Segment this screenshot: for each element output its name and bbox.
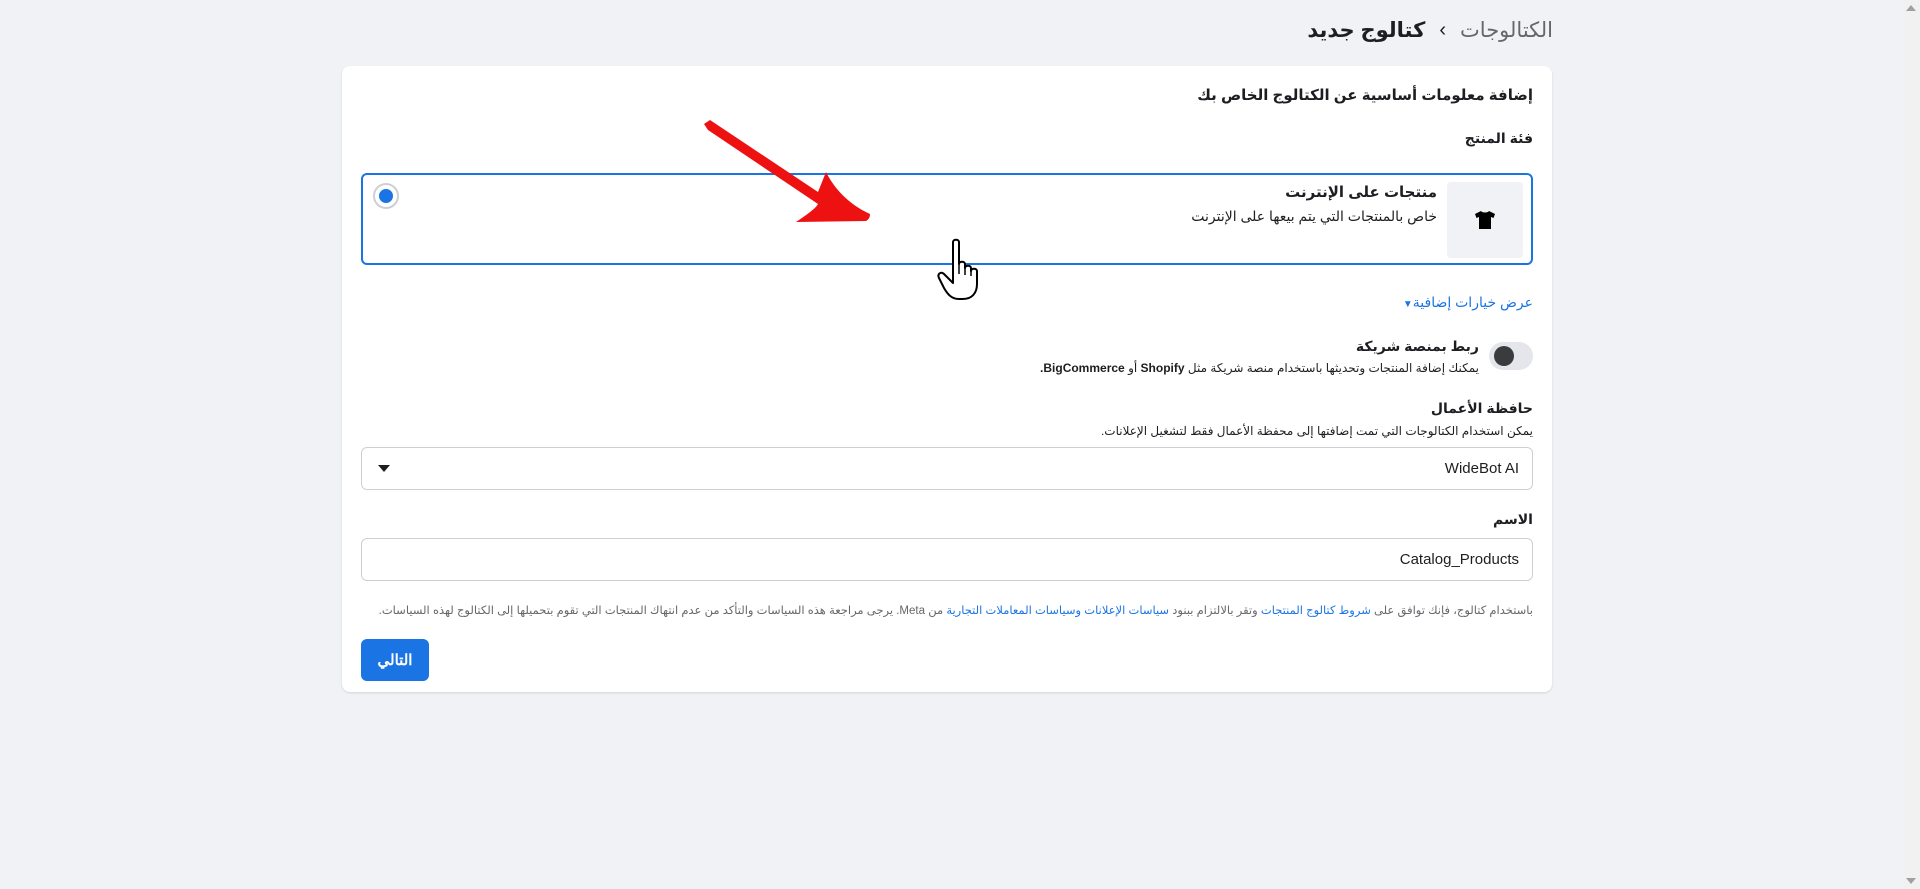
terms-part2: وتقر بالالتزام ببنود: [1172, 605, 1258, 617]
business-portfolio-select[interactable]: WideBot AI: [361, 447, 1533, 490]
catalog-terms-link[interactable]: شروط كتالوج المنتجات: [1261, 605, 1371, 617]
scrollbar[interactable]: [1903, 0, 1920, 889]
partner-desc-text: يمكنك إضافة المنتجات وتحديثها باستخدام م…: [1187, 361, 1479, 375]
partner-description: يمكنك إضافة المنتجات وتحديثها باستخدام م…: [1040, 361, 1479, 375]
catalog-form-card: إضافة معلومات أساسية عن الكتالوج الخاص ب…: [342, 66, 1552, 692]
or-text: أو: [1128, 361, 1138, 375]
more-options-label: عرض خيارات إضافية: [1412, 294, 1533, 310]
catalog-name-input[interactable]: [361, 538, 1533, 581]
toggle-knob: [1494, 346, 1514, 366]
business-portfolio-description: يمكن استخدام الكتالوجات التي تمت إضافتها…: [1100, 424, 1533, 438]
name-label: الاسم: [1493, 511, 1533, 527]
caret-down-icon: [378, 465, 390, 472]
partner-platform-toggle[interactable]: [1489, 342, 1533, 370]
category-label: فئة المنتج: [1464, 130, 1533, 146]
chevron-icon: ›: [1439, 19, 1447, 41]
next-button[interactable]: التالي: [361, 639, 429, 681]
breadcrumb: الكتالوجات › كتالوج جديد: [1307, 18, 1553, 43]
caret-down-icon: ▼: [1402, 299, 1413, 310]
page: الكتالوجات › كتالوج جديد إضافة معلومات أ…: [0, 0, 1920, 889]
category-option-online-products[interactable]: منتجات على الإنترنت خاص بالمنتجات التي ي…: [361, 173, 1533, 265]
business-portfolio-label: حافظة الأعمال: [1430, 400, 1533, 416]
page-title: كتالوج جديد: [1307, 19, 1426, 42]
business-portfolio-value: WideBot AI: [1444, 460, 1519, 477]
shopify-label: Shopify: [1140, 361, 1185, 375]
category-description: خاص بالمنتجات التي يتم بيعها على الإنترن…: [1191, 208, 1437, 224]
bigcommerce-label: BigCommerce.: [1040, 361, 1125, 375]
more-options-link[interactable]: عرض خيارات إضافية▼: [1403, 294, 1533, 311]
tshirt-icon: [1447, 182, 1523, 258]
scroll-down-icon[interactable]: [1906, 878, 1916, 884]
terms-text: باستخدام كتالوج، فإنك توافق على شروط كتا…: [379, 603, 1533, 617]
partner-title: ربط بمنصة شريكة: [1355, 338, 1479, 354]
scroll-up-icon[interactable]: [1906, 5, 1916, 11]
form-heading: إضافة معلومات أساسية عن الكتالوج الخاص ب…: [1197, 87, 1533, 104]
radio-selected-dot: [379, 189, 393, 203]
terms-part3: من Meta. يرجى مراجعة هذه السياسات والتأك…: [378, 605, 944, 617]
category-radio[interactable]: [373, 183, 399, 209]
category-title: منتجات على الإنترنت: [1285, 184, 1437, 201]
breadcrumb-catalogs-link[interactable]: الكتالوجات: [1460, 18, 1553, 43]
terms-part1: باستخدام كتالوج، فإنك توافق على: [1374, 605, 1533, 617]
ad-policies-link[interactable]: سياسات الإعلانات وسياسات المعاملات التجا…: [946, 605, 1169, 617]
